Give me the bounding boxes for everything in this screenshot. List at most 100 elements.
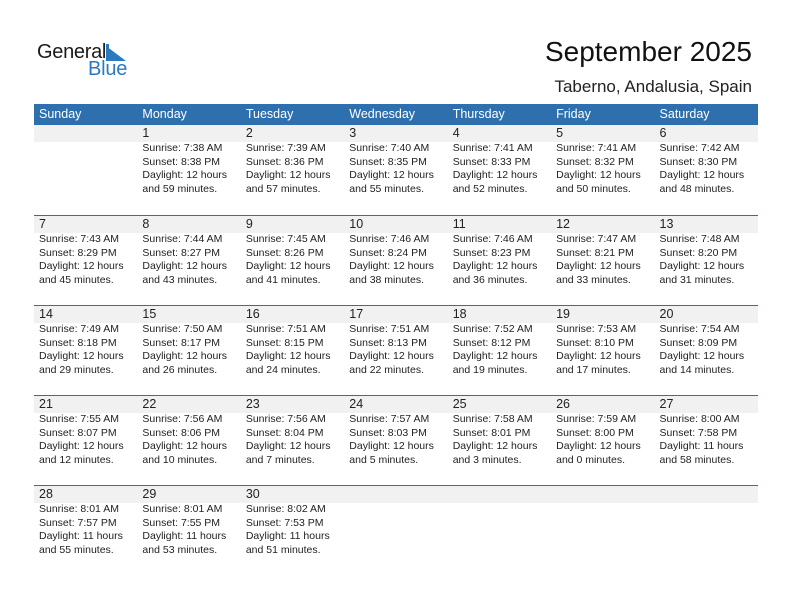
daylight-hours: Daylight: 12 hours	[245, 169, 331, 181]
day-cell: 29 Sunrise: 8:01 AM Sunset: 7:55 PM Dayligh…	[137, 485, 240, 557]
week-days: 21 Sunrise: 7:55 AM Sunset: 8:07 PM Dayligh…	[34, 395, 758, 467]
sunrise-time: Sunrise: 7:56 AM	[245, 413, 326, 425]
day-cell: 16 Sunrise: 7:51 AM Sunset: 8:15 PM Dayligh…	[241, 305, 344, 377]
day-number: 4	[452, 126, 460, 140]
day-cell: 6 Sunrise: 7:42 AM Sunset: 8:30 PM Daylight…	[655, 125, 758, 196]
sunset-time: Sunset: 8:26 PM	[245, 246, 324, 259]
day-number: 11	[452, 217, 466, 231]
weekday-header-saturday: Saturday	[659, 107, 710, 121]
page-title: September 2025	[544, 36, 752, 67]
day-number: 9	[245, 217, 253, 231]
sunrise-time: Sunrise: 7:51 AM	[245, 323, 326, 335]
daylight-hours: Daylight: 12 hours	[142, 440, 228, 452]
calendar: Sunday Monday Tuesday Wednesday Thursday Frid…	[34, 104, 758, 575]
daylight-minutes: and 24 minutes.	[245, 363, 321, 376]
day-number: 26	[556, 397, 571, 411]
daylight-minutes: and 10 minutes.	[142, 453, 218, 466]
daylight-minutes: and 14 minutes.	[659, 363, 735, 376]
daylight-minutes: and 0 minutes.	[556, 453, 625, 466]
day-cell: 18 Sunrise: 7:52 AM Sunset: 8:12 PM Dayligh…	[448, 305, 551, 377]
sunset-time: Sunset: 8:15 PM	[245, 336, 324, 349]
empty-day-cell	[655, 485, 758, 557]
daylight-minutes: and 43 minutes.	[142, 273, 218, 286]
day-cell: 28 Sunrise: 8:01 AM Sunset: 7:57 PM Dayligh…	[34, 485, 137, 557]
empty-day-cell	[34, 125, 137, 196]
sunset-time: Sunset: 8:13 PM	[349, 336, 427, 349]
day-cell: 2 Sunrise: 7:39 AM Sunset: 8:36 PM Daylight…	[241, 125, 344, 196]
day-number: 18	[452, 307, 467, 321]
daylight-minutes: and 51 minutes.	[245, 543, 321, 556]
day-number: 27	[659, 397, 674, 411]
day-cell: 7 Sunrise: 7:43 AM Sunset: 8:29 PM Daylight…	[34, 215, 137, 287]
day-number: 19	[556, 307, 571, 321]
day-cell: 11 Sunrise: 7:46 AM Sunset: 8:23 PM Dayligh…	[448, 215, 551, 287]
sunrise-time: Sunrise: 8:00 AM	[659, 413, 740, 425]
daylight-hours: Daylight: 11 hours	[39, 530, 123, 542]
daylight-minutes: and 22 minutes.	[349, 363, 424, 376]
week-days: 1 Sunrise: 7:38 AM Sunset: 8:38 PM Daylight…	[34, 125, 758, 196]
day-number: 29	[142, 487, 157, 501]
day-cell: 14 Sunrise: 7:49 AM Sunset: 8:18 PM Dayligh…	[34, 305, 137, 377]
daylight-hours: Daylight: 12 hours	[39, 440, 124, 452]
day-cell: 13 Sunrise: 7:48 AM Sunset: 8:20 PM Dayligh…	[655, 215, 758, 287]
week-days: 14 Sunrise: 7:49 AM Sunset: 8:18 PM Dayligh…	[34, 305, 758, 377]
sunrise-time: Sunrise: 7:51 AM	[349, 323, 430, 335]
sunset-time: Sunset: 8:27 PM	[142, 246, 221, 259]
sunrise-time: Sunrise: 7:54 AM	[659, 323, 740, 335]
sunrise-time: Sunrise: 7:41 AM	[556, 142, 637, 154]
weekday-header-friday: Friday	[556, 107, 591, 121]
sunset-time: Sunset: 8:06 PM	[142, 426, 221, 439]
sunrise-time: Sunrise: 7:46 AM	[452, 233, 533, 245]
daylight-minutes: and 3 minutes.	[452, 453, 522, 466]
daylight-hours: Daylight: 12 hours	[659, 260, 745, 272]
sunrise-time: Sunrise: 7:55 AM	[39, 413, 119, 425]
sunrise-time: Sunrise: 7:48 AM	[659, 233, 740, 245]
daylight-hours: Daylight: 12 hours	[556, 169, 641, 181]
day-cell: 10 Sunrise: 7:46 AM Sunset: 8:24 PM Dayligh…	[344, 215, 447, 287]
daylight-minutes: and 59 minutes.	[142, 182, 218, 195]
day-cell: 21 Sunrise: 7:55 AM Sunset: 8:07 PM Dayligh…	[34, 395, 137, 467]
logo: General Blue	[37, 41, 137, 81]
sunset-time: Sunset: 7:57 PM	[39, 516, 117, 529]
sunrise-time: Sunrise: 8:01 AM	[39, 503, 119, 515]
day-cell: 8 Sunrise: 7:44 AM Sunset: 8:27 PM Daylight…	[137, 215, 240, 287]
daylight-minutes: and 55 minutes.	[39, 543, 114, 556]
empty-day-cell	[551, 485, 654, 557]
day-number: 17	[349, 307, 364, 321]
sunrise-time: Sunrise: 7:59 AM	[556, 413, 637, 425]
daylight-hours: Daylight: 12 hours	[142, 169, 228, 181]
daylight-hours: Daylight: 12 hours	[142, 350, 228, 362]
sunrise-time: Sunrise: 7:50 AM	[142, 323, 223, 335]
week-days: 7 Sunrise: 7:43 AM Sunset: 8:29 PM Daylight…	[34, 215, 758, 287]
daylight-minutes: and 48 minutes.	[659, 182, 735, 195]
sunset-time: Sunset: 8:00 PM	[556, 426, 634, 439]
daylight-hours: Daylight: 12 hours	[659, 169, 745, 181]
daylight-hours: Daylight: 12 hours	[556, 260, 641, 272]
day-cell: 19 Sunrise: 7:53 AM Sunset: 8:10 PM Dayligh…	[551, 305, 654, 377]
daylight-minutes: and 17 minutes.	[556, 363, 631, 376]
day-cell: 22 Sunrise: 7:56 AM Sunset: 8:06 PM Dayligh…	[137, 395, 240, 467]
sunset-time: Sunset: 7:58 PM	[659, 426, 738, 439]
day-number: 15	[142, 307, 157, 321]
sunrise-time: Sunrise: 7:49 AM	[39, 323, 119, 335]
sunset-time: Sunset: 8:33 PM	[452, 155, 531, 168]
daylight-minutes: and 45 minutes.	[39, 273, 114, 286]
daylight-hours: Daylight: 12 hours	[452, 169, 538, 181]
sunrise-time: Sunrise: 8:02 AM	[245, 503, 326, 515]
sunrise-time: Sunrise: 7:57 AM	[349, 413, 430, 425]
daylight-hours: Daylight: 12 hours	[142, 260, 228, 272]
day-cell: 24 Sunrise: 7:57 AM Sunset: 8:03 PM Dayligh…	[344, 395, 447, 467]
sunrise-time: Sunrise: 7:53 AM	[556, 323, 637, 335]
day-number: 14	[39, 307, 53, 321]
sunrise-time: Sunrise: 7:41 AM	[452, 142, 533, 154]
daylight-minutes: and 33 minutes.	[556, 273, 631, 286]
daylight-minutes: and 31 minutes.	[659, 273, 735, 286]
daylight-hours: Daylight: 12 hours	[556, 440, 641, 452]
daylight-minutes: and 29 minutes.	[39, 363, 114, 376]
day-number: 12	[556, 217, 571, 231]
day-cell: 5 Sunrise: 7:41 AM Sunset: 8:32 PM Daylight…	[551, 125, 654, 196]
day-cell: 20 Sunrise: 7:54 AM Sunset: 8:09 PM Dayligh…	[655, 305, 758, 377]
daylight-hours: Daylight: 12 hours	[556, 350, 641, 362]
sunset-time: Sunset: 8:35 PM	[349, 155, 427, 168]
sunrise-time: Sunrise: 7:58 AM	[452, 413, 533, 425]
